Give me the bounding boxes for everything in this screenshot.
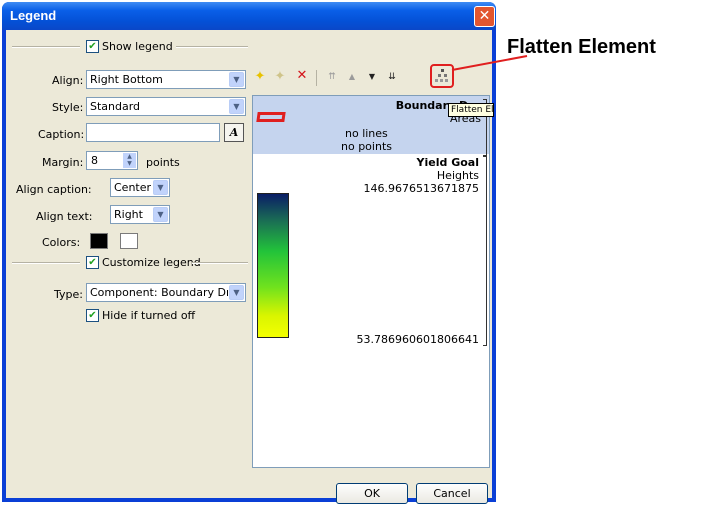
annotation-arrow [451,55,528,71]
annotation-label: Flatten Element [507,36,656,58]
